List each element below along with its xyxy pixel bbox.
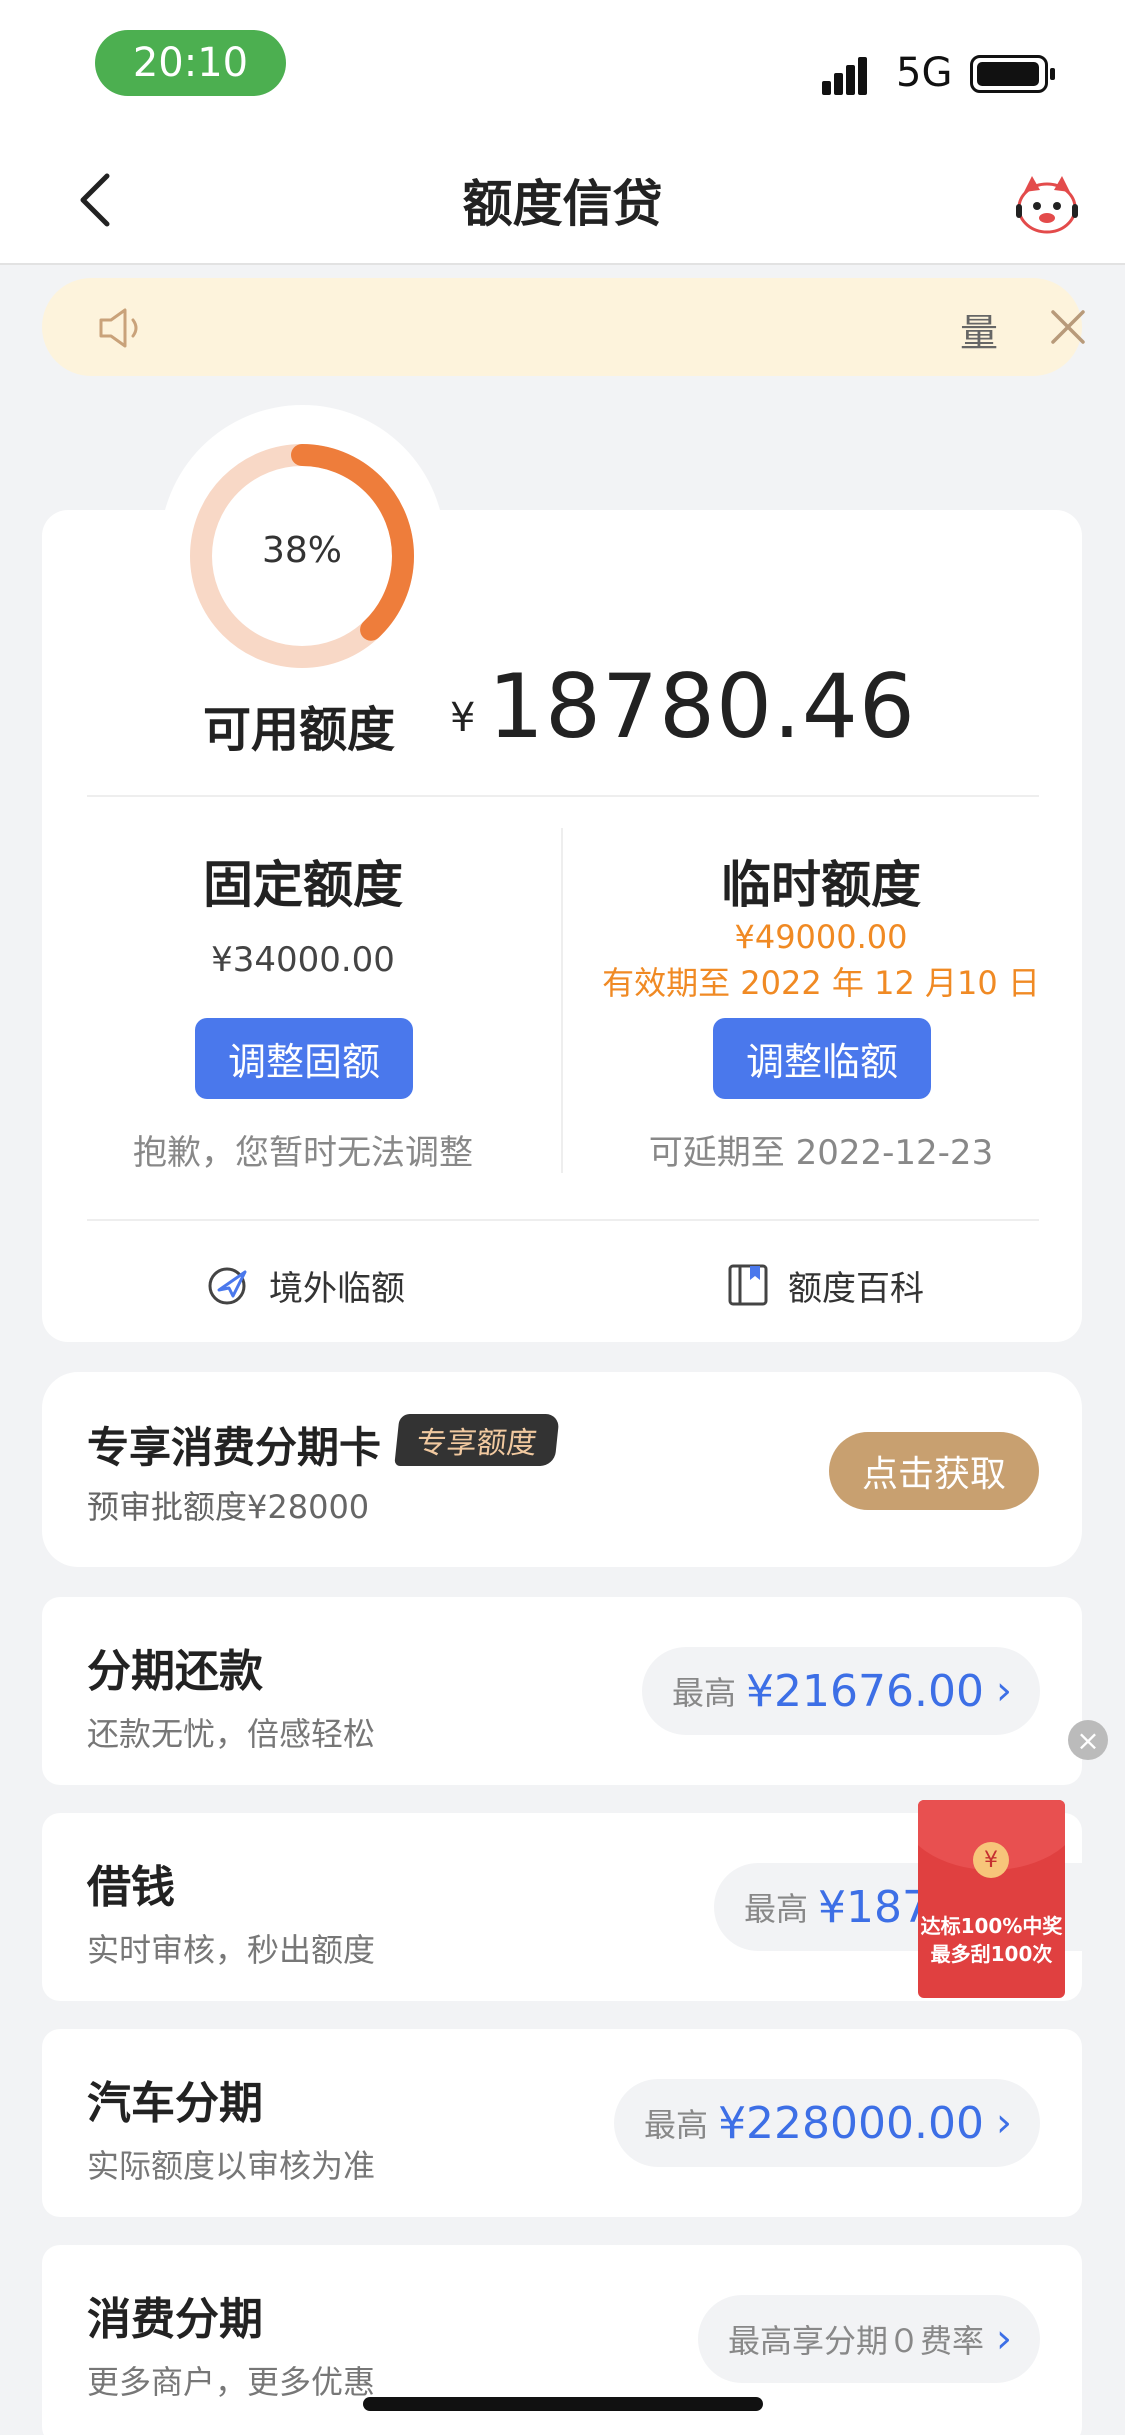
abroad-credit-label: 境外临额	[269, 1268, 405, 1309]
red-envelope-ad[interactable]: ¥ 达标100%中奖 最多刮100次	[918, 1800, 1065, 1998]
speaker-icon	[99, 308, 138, 348]
chevron-right-icon: ›	[996, 1668, 1012, 1714]
adjust-fixed-button[interactable]: 调整固额	[195, 1018, 413, 1099]
temp-credit-expire: 有效期至 2022 年 12 月10 日	[602, 964, 1040, 1002]
product-subtitle: 还款无忧，倍感轻松	[87, 1715, 376, 1753]
fixed-credit-title-text: 固定额度	[203, 856, 403, 914]
product-title: 汽车分期	[87, 2078, 263, 2129]
product-subtitle: 更多商户，更多优惠	[87, 2363, 376, 2401]
exclusive-title: 专享消费分期卡	[87, 1423, 382, 1472]
available-amount: 18780.46	[488, 655, 916, 758]
credit-wiki-label: 额度百科	[788, 1268, 924, 1309]
battery-icon	[970, 55, 1055, 93]
ad-line-2: 最多刮100次	[930, 1942, 1053, 1966]
adjust-temp-button[interactable]: 调整临额	[713, 1018, 931, 1099]
get-now-button[interactable]: 点击获取	[829, 1432, 1039, 1510]
max-prefix: 最高	[672, 1674, 737, 1712]
coin-icon: ¥	[973, 1842, 1009, 1878]
usage-percent: 38%	[261, 530, 342, 571]
close-icon[interactable]	[1045, 304, 1091, 350]
max-amount: ¥187	[818, 1881, 930, 1933]
rate-text: 最高享分期０费率	[727, 2322, 984, 2360]
temp-credit-amount: ¥49000.00	[734, 918, 908, 956]
exclusive-card[interactable]: 专享消费分期卡 专享额度 预审批额度¥28000 点击获取	[42, 1372, 1082, 1567]
float-close-icon[interactable]: ×	[1068, 1720, 1108, 1760]
divider	[87, 1219, 1039, 1221]
exclusive-badge: 专享额度	[394, 1414, 560, 1466]
product-title: 借钱	[87, 1862, 175, 1913]
temp-credit-title: 临时额度	[605, 845, 1037, 917]
signal-icon	[822, 55, 878, 95]
fixed-credit-note: 抱歉，您暂时无法调整	[133, 1133, 473, 1173]
home-indicator[interactable]	[363, 2397, 763, 2411]
network-label: 5G	[896, 50, 953, 96]
chevron-right-icon: ›	[996, 2316, 1012, 2362]
max-amount-pill[interactable]: 最高 ¥228000.00 ›	[614, 2079, 1040, 2167]
max-amount: ¥228000.00	[718, 2097, 984, 2149]
list-item-car-installment[interactable]: 汽车分期 实际额度以审核为准 最高 ¥228000.00 ›	[42, 2029, 1082, 2217]
max-amount-pill[interactable]: 最高 ¥21676.00 ›	[642, 1647, 1040, 1735]
product-title: 分期还款	[87, 1646, 263, 1697]
list-item-installment-repay[interactable]: 分期还款 还款无忧，倍感轻松 最高 ¥21676.00 ›	[42, 1597, 1082, 1785]
status-bar: 20:10 5G	[0, 0, 1125, 140]
fixed-credit-title: 固定额度	[87, 845, 519, 917]
page-title: 额度信贷	[462, 175, 663, 233]
mascot-icon[interactable]	[1014, 170, 1080, 236]
available-label: 可用额度	[203, 702, 396, 758]
vertical-divider	[561, 828, 563, 1173]
max-amount: ¥21676.00	[746, 1665, 984, 1717]
exclusive-subtitle: 预审批额度¥28000	[87, 1488, 370, 1526]
notice-text: 量	[960, 311, 999, 355]
status-time: 20:10	[95, 30, 286, 96]
nav-bar: 额度信贷	[0, 140, 1125, 265]
book-icon	[728, 1264, 768, 1306]
product-subtitle: 实际额度以审核为准	[87, 2147, 376, 2185]
rate-pill[interactable]: 最高享分期０费率 ›	[697, 2295, 1040, 2383]
product-subtitle: 实时审核，秒出额度	[87, 1931, 376, 1969]
chevron-right-icon: ›	[996, 2100, 1012, 2146]
plane-icon	[208, 1267, 247, 1305]
divider	[87, 795, 1039, 797]
product-title: 消费分期	[87, 2294, 263, 2345]
notice-bar[interactable]: 量	[42, 278, 1085, 376]
ad-line-1: 达标100%中奖	[920, 1914, 1063, 1938]
available-currency: ¥	[450, 695, 476, 741]
max-prefix: 最高	[644, 2106, 709, 2144]
temp-credit-title-text: 临时额度	[721, 856, 921, 914]
credit-wiki-link[interactable]: 额度百科	[726, 1255, 924, 1315]
fixed-credit-amount: ¥34000.00	[211, 940, 395, 980]
temp-credit-note: 可延期至 2022-12-23	[648, 1133, 994, 1173]
abroad-credit-link[interactable]: 境外临额	[205, 1255, 405, 1315]
max-prefix: 最高	[744, 1890, 809, 1928]
